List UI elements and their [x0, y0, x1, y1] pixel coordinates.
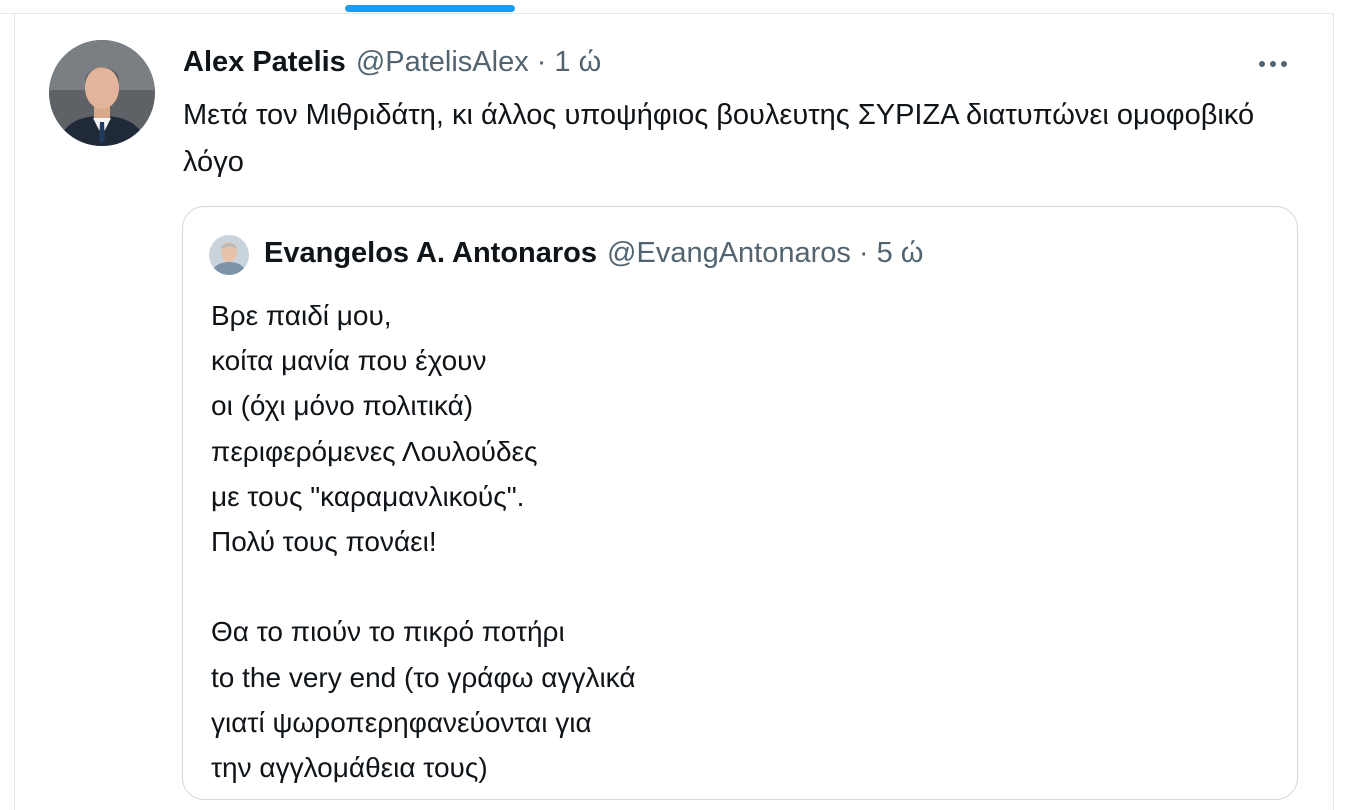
more-horizontal-icon [1281, 61, 1287, 67]
quoted-text-line: κοίτα μανία που έχουν [211, 345, 487, 377]
quoted-text-line: με τους "καραμανλικούς". [211, 480, 525, 512]
quoted-display-name[interactable]: Evangelos A. Antonaros [264, 237, 597, 270]
user-handle[interactable]: @PatelisAlex [356, 46, 529, 79]
quoted-text-line-blank [211, 564, 1271, 609]
more-horizontal-icon [1259, 61, 1265, 67]
tweet[interactable]: Alex Patelis @PatelisAlex · 1 ώ Μετά τον… [15, 14, 1333, 810]
tweet-header: Alex Patelis @PatelisAlex · 1 ώ [183, 46, 601, 80]
timestamp[interactable]: 1 ώ [554, 46, 601, 79]
quoted-tweet[interactable]: Evangelos A. Antonaros @EvangAntonaros ·… [182, 206, 1298, 800]
more-horizontal-icon [1270, 61, 1276, 67]
active-tab-indicator [345, 5, 515, 12]
quoted-avatar[interactable] [209, 235, 249, 275]
quoted-tweet-header: Evangelos A. Antonaros @EvangAntonaros ·… [264, 237, 923, 271]
quoted-text-line: Πολύ τους πονάει! [211, 526, 437, 558]
separator-dot: · [536, 46, 547, 78]
quoted-timestamp[interactable]: 5 ώ [877, 237, 924, 270]
tweet-text: Μετά τον Μιθριδάτη, κι άλλος υποψήφιος β… [183, 99, 1255, 178]
display-name[interactable]: Alex Patelis [183, 46, 346, 79]
avatar-image [49, 40, 155, 146]
feed-border-right [1333, 14, 1334, 810]
avatar[interactable] [49, 40, 155, 146]
quoted-text-line: οι (όχι μόνο πολιτικά) [211, 390, 474, 422]
quoted-user-handle[interactable]: @EvangAntonaros [607, 237, 851, 270]
quoted-text-line: περιφερόμενες Λουλούδες [211, 435, 538, 467]
quoted-text-line: Θα το πιούν το πικρό ποτήρι [211, 616, 565, 648]
quoted-separator-dot: · [858, 237, 869, 269]
quoted-text-line: την αγγλομάθεια τους) [211, 752, 488, 784]
quoted-text-line: γιατί ψωροπερηφανεύονται για [211, 706, 592, 738]
quoted-tweet-text: Βρε παιδί μου, κοίτα μανία που έχουν οι … [211, 293, 1271, 790]
quoted-avatar-image [209, 235, 249, 275]
quoted-text-line: to the very end (το γράφω αγγλικά [211, 661, 636, 693]
more-options-button[interactable] [1253, 52, 1293, 76]
quoted-text-line: Βρε παιδί μου, [211, 300, 392, 331]
